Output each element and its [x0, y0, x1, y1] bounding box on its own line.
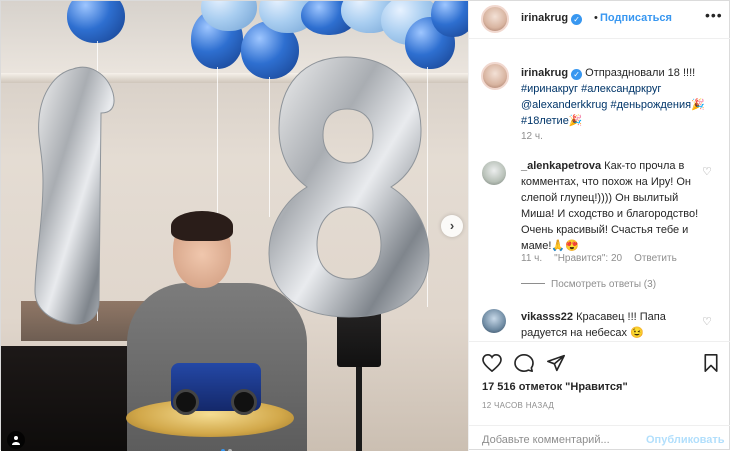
- likes-count[interactable]: 17 516 отметок "Нравится": [482, 381, 628, 393]
- heart-icon[interactable]: [482, 354, 502, 372]
- comment-item: vikasss22 Красавец !!! Папа радуется на …: [521, 309, 701, 341]
- hashtag-link[interactable]: #александркруг: [581, 83, 661, 95]
- more-options-icon[interactable]: •••: [705, 7, 723, 23]
- commenter-avatar[interactable]: [482, 161, 506, 185]
- post-time-ago[interactable]: 12 ЧАСОВ НАЗАД: [482, 401, 554, 410]
- photo-toy-wheel: [231, 389, 257, 415]
- user-tag-icon[interactable]: [7, 431, 25, 449]
- author-username-wrap: irinakrug ✓: [521, 12, 583, 25]
- action-bar: [469, 341, 730, 379]
- comment-username[interactable]: vikasss22: [521, 311, 573, 323]
- comment-time[interactable]: 11 ч.: [521, 253, 542, 264]
- hashtag-link[interactable]: #иринакруг: [521, 83, 578, 95]
- photo-toy-quad: [171, 363, 261, 415]
- comment-like-heart-icon[interactable]: ♡: [702, 315, 712, 328]
- comment-text: Как-то прочла в комментах, что похож на …: [521, 160, 699, 252]
- comment-input[interactable]: [482, 434, 642, 446]
- comment-icon[interactable]: [514, 354, 534, 372]
- carousel-dots: [221, 445, 235, 451]
- post-caption: irinakrug ✓ Отпраздновали 18 !!!! #иринак…: [521, 65, 721, 129]
- post-header: irinakrug ✓ • Подписаться •••: [469, 1, 730, 39]
- comment-like-heart-icon[interactable]: ♡: [702, 165, 712, 178]
- bookmark-icon[interactable]: [703, 354, 719, 372]
- mention-link[interactable]: @alexanderkkrug: [521, 99, 607, 111]
- party-emoji: 🎉: [691, 99, 705, 111]
- chevron-right-icon: ›: [449, 218, 455, 233]
- photo-number-eight: [268, 56, 430, 318]
- hashtag-link[interactable]: #деньрождения: [610, 99, 691, 111]
- caption-username[interactable]: irinakrug: [521, 67, 568, 79]
- comment-item: _alenkapetrova Как-то прочла в комментах…: [521, 158, 701, 254]
- post-sidebar: irinakrug ✓ • Подписаться ••• irinakrug ✓ …: [468, 1, 730, 451]
- view-replies-button[interactable]: Посмотреть ответы (3): [521, 279, 656, 290]
- replies-line: [521, 283, 545, 284]
- comment-reply-button[interactable]: Ответить: [634, 253, 677, 264]
- post-photo[interactable]: ›: [1, 1, 468, 451]
- caption-avatar[interactable]: [481, 62, 509, 90]
- comment-likes-count[interactable]: "Нравится": 20: [554, 253, 622, 264]
- comment-meta: 11 ч. "Нравится": 20 Ответить: [521, 253, 689, 264]
- share-icon[interactable]: [546, 354, 566, 372]
- caption-timestamp[interactable]: 12 ч.: [521, 131, 543, 142]
- photo-person-hair: [171, 211, 233, 241]
- caption-text: Отпраздновали 18 !!!!: [582, 67, 696, 79]
- verified-badge-icon: ✓: [571, 69, 583, 80]
- author-avatar[interactable]: [481, 5, 509, 33]
- photo-number-one: [34, 66, 115, 325]
- photo-toy-wheel: [173, 389, 199, 415]
- hashtag-link[interactable]: #18летие: [521, 115, 569, 127]
- verified-badge-icon: ✓: [571, 14, 583, 25]
- commenter-avatar[interactable]: [482, 309, 506, 333]
- view-replies-label: Посмотреть ответы (3): [551, 279, 657, 290]
- header-separator: •: [594, 12, 598, 24]
- add-comment-bar: Опубликовать: [469, 425, 730, 451]
- party-emoji: 🎉: [568, 115, 583, 127]
- comment-username[interactable]: _alenkapetrova: [521, 160, 601, 172]
- follow-button[interactable]: Подписаться: [600, 12, 672, 24]
- instagram-post: › irinakrug ✓ • Подписаться ••• irinakrug…: [0, 0, 730, 451]
- publish-button[interactable]: Опубликовать: [646, 434, 725, 446]
- carousel-next-button[interactable]: ›: [441, 215, 463, 237]
- author-username[interactable]: irinakrug: [521, 12, 568, 24]
